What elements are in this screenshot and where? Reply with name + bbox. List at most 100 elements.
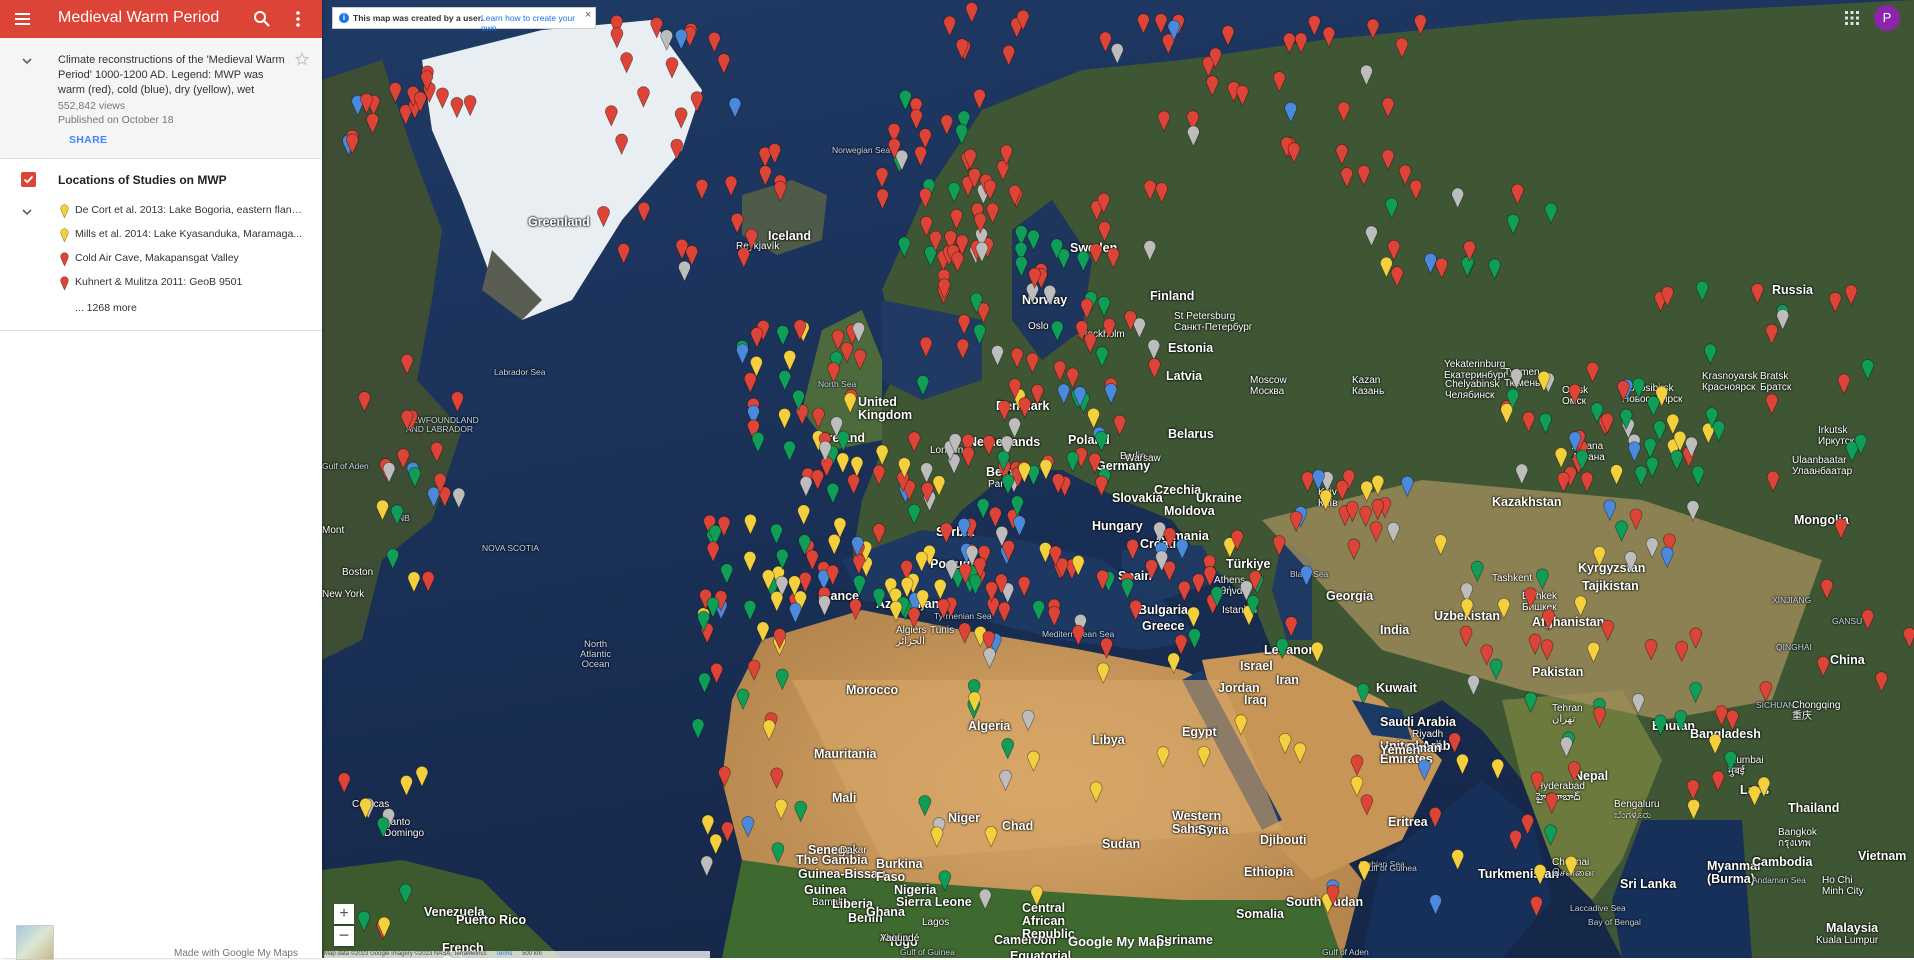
study-marker[interactable] bbox=[743, 600, 757, 622]
study-marker[interactable] bbox=[982, 435, 996, 457]
study-marker[interactable] bbox=[1557, 471, 1570, 494]
study-marker[interactable] bbox=[1301, 471, 1314, 493]
study-marker[interactable] bbox=[1861, 359, 1875, 381]
study-marker[interactable] bbox=[1686, 500, 1700, 522]
study-marker[interactable] bbox=[1816, 656, 1830, 678]
study-marker[interactable] bbox=[1632, 377, 1646, 400]
study-marker[interactable] bbox=[1340, 167, 1354, 189]
study-marker[interactable] bbox=[1834, 518, 1848, 540]
study-marker[interactable] bbox=[1522, 411, 1535, 433]
menu-icon[interactable] bbox=[12, 8, 34, 30]
study-marker[interactable] bbox=[1524, 691, 1537, 714]
study-marker[interactable] bbox=[1381, 97, 1395, 119]
study-marker[interactable] bbox=[1528, 633, 1542, 656]
study-marker[interactable] bbox=[1282, 32, 1296, 55]
study-marker[interactable] bbox=[1398, 164, 1412, 187]
study-marker[interactable] bbox=[1357, 164, 1371, 187]
study-marker[interactable] bbox=[1418, 759, 1431, 781]
study-marker[interactable] bbox=[717, 53, 731, 75]
avatar[interactable]: P bbox=[1874, 5, 1900, 31]
study-marker[interactable] bbox=[1428, 806, 1442, 829]
study-marker[interactable] bbox=[1601, 619, 1615, 642]
study-marker[interactable] bbox=[1072, 624, 1085, 647]
study-marker[interactable] bbox=[1359, 505, 1372, 528]
study-marker[interactable] bbox=[1095, 430, 1108, 453]
study-marker[interactable] bbox=[950, 208, 963, 231]
study-marker[interactable] bbox=[745, 228, 758, 251]
study-marker[interactable] bbox=[1539, 412, 1552, 435]
study-marker[interactable] bbox=[670, 138, 684, 161]
study-marker[interactable] bbox=[1205, 75, 1219, 97]
study-marker[interactable] bbox=[430, 441, 444, 464]
study-marker[interactable] bbox=[1390, 266, 1404, 288]
study-marker[interactable] bbox=[1424, 252, 1437, 275]
study-marker[interactable] bbox=[1234, 714, 1248, 736]
study-marker[interactable] bbox=[1360, 64, 1373, 87]
study-marker[interactable] bbox=[1544, 824, 1557, 846]
study-marker[interactable] bbox=[773, 180, 787, 203]
study-marker[interactable] bbox=[1017, 576, 1031, 598]
study-marker[interactable] bbox=[1026, 352, 1039, 374]
study-marker[interactable] bbox=[357, 910, 371, 933]
study-marker[interactable] bbox=[730, 212, 744, 235]
study-marker[interactable] bbox=[1076, 250, 1090, 273]
more-items-link[interactable]: ... 1268 more bbox=[75, 302, 137, 314]
study-marker[interactable] bbox=[1039, 459, 1053, 481]
study-marker[interactable] bbox=[1047, 605, 1061, 628]
study-marker[interactable] bbox=[875, 444, 889, 467]
study-marker[interactable] bbox=[1542, 608, 1555, 631]
study-marker[interactable] bbox=[1387, 239, 1401, 262]
study-marker[interactable] bbox=[695, 179, 709, 201]
study-marker[interactable] bbox=[1615, 520, 1628, 542]
study-marker[interactable] bbox=[1157, 110, 1171, 133]
study-marker[interactable] bbox=[1400, 475, 1414, 498]
study-marker[interactable] bbox=[736, 343, 749, 365]
study-marker[interactable] bbox=[998, 400, 1011, 422]
study-marker[interactable] bbox=[1371, 474, 1385, 497]
study-marker[interactable] bbox=[916, 375, 930, 397]
study-marker[interactable] bbox=[1001, 473, 1015, 496]
study-marker[interactable] bbox=[910, 108, 923, 131]
study-marker[interactable] bbox=[1095, 346, 1109, 368]
study-marker[interactable] bbox=[1530, 771, 1544, 793]
study-marker[interactable] bbox=[1287, 142, 1301, 164]
study-marker[interactable] bbox=[984, 826, 998, 848]
study-marker[interactable] bbox=[1765, 393, 1779, 416]
study-marker[interactable] bbox=[1294, 32, 1308, 54]
study-marker[interactable] bbox=[1460, 598, 1474, 620]
study-marker[interactable] bbox=[1155, 182, 1168, 204]
study-marker[interactable] bbox=[920, 462, 933, 484]
study-marker[interactable] bbox=[674, 107, 688, 129]
study-marker[interactable] bbox=[1409, 179, 1423, 202]
study-marker[interactable] bbox=[768, 143, 782, 165]
study-marker[interactable] bbox=[770, 523, 783, 546]
study-marker[interactable] bbox=[1284, 101, 1298, 124]
study-marker[interactable] bbox=[1308, 15, 1321, 37]
study-marker[interactable] bbox=[1031, 384, 1044, 406]
study-marker[interactable] bbox=[840, 341, 854, 364]
study-marker[interactable] bbox=[1726, 709, 1739, 732]
study-marker[interactable] bbox=[889, 600, 903, 623]
study-marker[interactable] bbox=[400, 775, 413, 797]
study-marker[interactable] bbox=[743, 372, 757, 394]
study-marker[interactable] bbox=[1148, 358, 1161, 380]
study-marker[interactable] bbox=[1121, 578, 1134, 600]
study-marker[interactable] bbox=[1113, 414, 1127, 437]
zoom-out-button[interactable]: − bbox=[334, 926, 354, 946]
study-marker[interactable] bbox=[390, 504, 404, 526]
study-marker[interactable] bbox=[907, 503, 921, 526]
study-marker[interactable] bbox=[1674, 710, 1688, 732]
study-marker[interactable] bbox=[1540, 639, 1554, 661]
study-marker[interactable] bbox=[610, 27, 624, 49]
study-marker[interactable] bbox=[1203, 566, 1217, 588]
study-marker[interactable] bbox=[1100, 637, 1113, 660]
study-marker[interactable] bbox=[675, 238, 689, 261]
study-marker[interactable] bbox=[1371, 498, 1385, 521]
study-marker[interactable] bbox=[1511, 183, 1524, 206]
study-marker[interactable] bbox=[376, 816, 390, 839]
study-marker[interactable] bbox=[1675, 640, 1689, 663]
study-marker[interactable] bbox=[1126, 539, 1139, 561]
study-marker[interactable] bbox=[958, 622, 972, 644]
study-marker[interactable] bbox=[1137, 13, 1150, 35]
study-marker[interactable] bbox=[698, 672, 711, 695]
